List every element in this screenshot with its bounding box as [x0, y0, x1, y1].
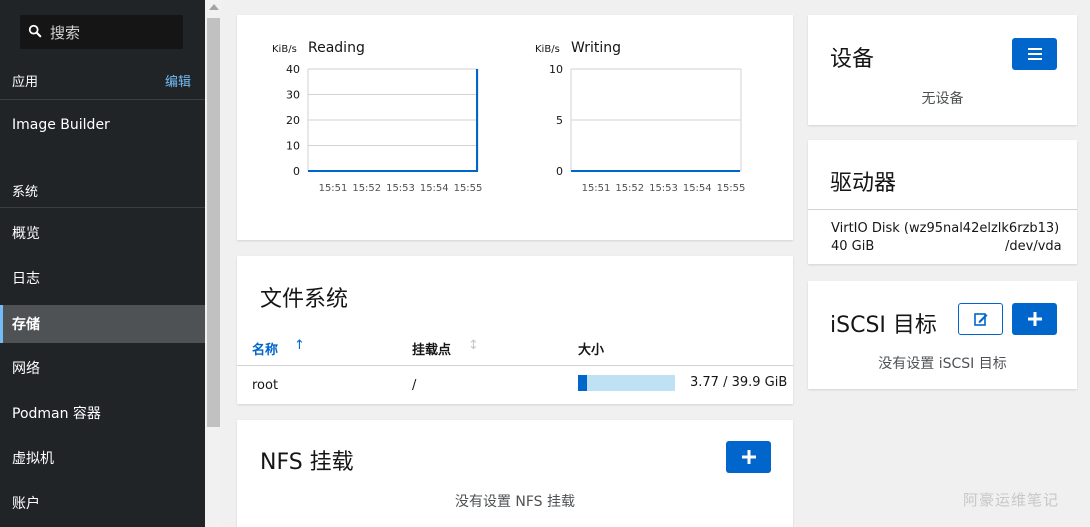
devices-menu-button[interactable] — [1012, 38, 1057, 70]
scroll-up-icon[interactable] — [209, 4, 219, 10]
chart-x-tick-label: 15:55 — [717, 183, 746, 194]
search-box[interactable]: 搜索 — [20, 15, 183, 49]
scroll-thumb[interactable] — [207, 18, 220, 427]
nfs-title: NFS 挂载 — [260, 450, 354, 475]
chart-x-tick-label: 15:51 — [319, 183, 348, 194]
chart-y-tick-label: 10 — [549, 63, 563, 76]
table-header-divider — [237, 365, 793, 366]
system-label: 系统 — [12, 184, 39, 200]
sidebar-item-accounts[interactable]: 账户 — [0, 484, 205, 522]
sort-icon[interactable]: ↕ — [468, 338, 479, 353]
edit-icon — [973, 313, 987, 326]
fs-row-size: 3.77 / 39.9 GiB — [690, 375, 788, 390]
drives-divider — [808, 209, 1077, 210]
menu-icon — [1027, 48, 1042, 60]
sidebar-item-networking[interactable]: 网络 — [0, 349, 205, 387]
sidebar-item-overview[interactable]: 概览 — [0, 214, 205, 252]
column-header-size: 大小 — [578, 343, 605, 358]
sidebar-item-storage[interactable]: 存储 — [0, 305, 205, 343]
chart-y-tick-label: 5 — [556, 114, 563, 127]
iscsi-card: iSCSI 目标 没有设置 iSCSI 目标 — [808, 281, 1077, 389]
chart-y-tick-label: 0 — [293, 165, 300, 178]
sidebar-item-podman[interactable]: Podman 容器 — [0, 394, 205, 432]
fs-row-mount: / — [412, 378, 417, 393]
iscsi-empty-message: 没有设置 iSCSI 目标 — [878, 356, 1007, 372]
chart-title: Writing — [571, 40, 621, 56]
chart-y-tick-label: 10 — [286, 140, 300, 153]
system-section-header: 系统 — [0, 170, 205, 210]
chart-y-tick-label: 20 — [286, 114, 300, 127]
io-charts: KiB/s Reading 0 10 20 30 40 15:51 15:52 15:53 15:5… — [272, 40, 746, 194]
devices-empty-message: 无设备 — [921, 91, 964, 107]
usage-bar — [578, 375, 675, 391]
edit-apps-link[interactable]: 编辑 — [165, 71, 191, 90]
chart-y-tick-label: 0 — [556, 165, 563, 178]
chart-x-tick-label: 15:55 — [454, 183, 483, 194]
sidebar-divider — [0, 99, 205, 100]
devices-title: 设备 — [830, 47, 875, 72]
search-input[interactable]: 搜索 — [50, 22, 80, 43]
chart-title: Reading — [308, 40, 365, 56]
add-iscsi-button[interactable] — [1012, 303, 1057, 335]
chart-x-tick-label: 15:54 — [420, 183, 449, 194]
devices-card: 设备 无设备 — [808, 15, 1077, 125]
chart-x-tick-label: 15:52 — [615, 183, 644, 194]
plus-icon — [1027, 312, 1042, 326]
drives-card: 驱动器 VirtIO Disk (wz95nal42elzlk6rzb13) 4… — [808, 140, 1077, 264]
edit-iscsi-button[interactable] — [958, 303, 1003, 335]
search-icon — [28, 23, 42, 42]
sidebar-item-image-builder[interactable]: Image Builder — [0, 106, 205, 144]
filesystems-title: 文件系统 — [260, 287, 349, 312]
drive-path: /dev/vda — [1005, 239, 1062, 254]
sort-ascending-icon[interactable]: ↑ — [294, 338, 305, 353]
chart-x-tick-label: 15:53 — [649, 183, 678, 194]
filesystems-card: 文件系统 名称 ↑ 挂载点 ↕ 大小 root / 3.77 / 39.9 Gi… — [237, 256, 793, 404]
chart-x-tick-label: 15:51 — [582, 183, 611, 194]
chart-x-tick-label: 15:54 — [683, 183, 712, 194]
chart-unit-label: KiB/s — [272, 44, 297, 55]
chart-x-tick-label: 15:53 — [386, 183, 415, 194]
sidebar-divider — [0, 207, 205, 208]
plus-icon — [741, 450, 756, 464]
fs-row-name[interactable]: root — [252, 378, 278, 393]
column-header-mount[interactable]: 挂载点 — [412, 339, 451, 358]
iscsi-title: iSCSI 目标 — [830, 313, 937, 338]
chart-unit-label: KiB/s — [535, 44, 560, 55]
sidebar: 搜索 应用 编辑 Image Builder 系统 概览 日志 存储 网络 Po… — [0, 0, 205, 527]
sidebar-item-logs[interactable]: 日志 — [0, 259, 205, 297]
watermark: 阿豪运维笔记 — [963, 491, 1060, 509]
chart-x-tick-label: 15:52 — [352, 183, 381, 194]
drive-size: 40 GiB — [831, 239, 875, 254]
column-header-name[interactable]: 名称 — [252, 339, 278, 358]
nfs-empty-message: 没有设置 NFS 挂载 — [454, 494, 576, 510]
nfs-card: NFS 挂载 没有设置 NFS 挂载 — [237, 420, 793, 527]
apps-label: 应用 — [12, 74, 39, 90]
chart-y-tick-label: 40 — [286, 63, 300, 76]
io-charts-card: KiB/s Reading 0 10 20 30 40 15:51 15:52 15:53 15:5… — [237, 15, 793, 240]
usage-bar-fill — [578, 375, 588, 391]
chart-y-tick-label: 30 — [286, 89, 300, 102]
sidebar-scrollbar[interactable] — [205, 0, 222, 527]
add-nfs-button[interactable] — [726, 441, 771, 473]
sidebar-item-vms[interactable]: 虚拟机 — [0, 439, 205, 477]
drives-title: 驱动器 — [830, 171, 897, 196]
drive-name[interactable]: VirtIO Disk (wz95nal42elzlk6rzb13) — [831, 221, 1059, 236]
apps-section-header: 应用 编辑 — [0, 60, 205, 100]
